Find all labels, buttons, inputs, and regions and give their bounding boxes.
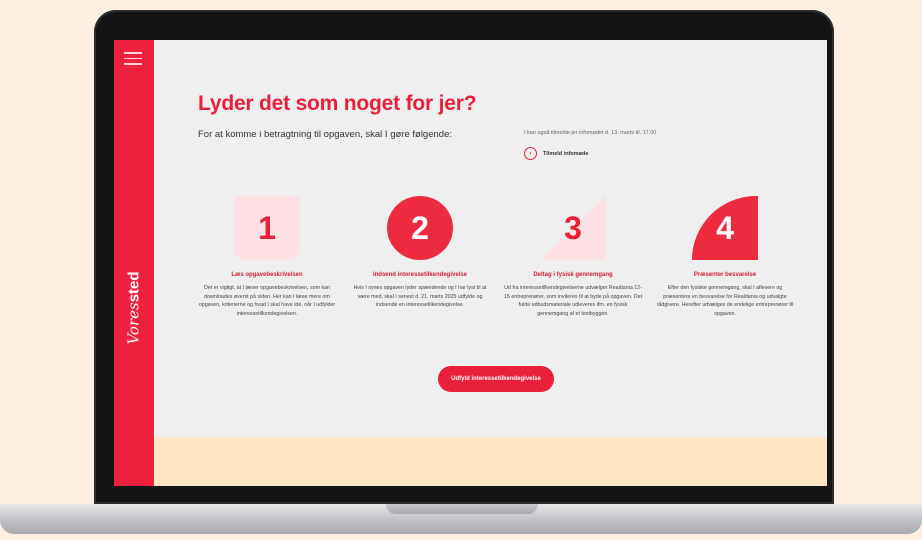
step-4-shape: 4 [692, 196, 758, 260]
brand-logo-part2: sted [125, 271, 143, 303]
step-2-number: 2 [411, 209, 429, 246]
intro-text: For at komme i betragtning til opgaven, … [198, 129, 452, 140]
step-1-number: 1 [258, 209, 276, 246]
register-infomeeting-label: Tilmeld infomøde [543, 150, 589, 157]
step-3-title: Deltag i fysisk gennemgang [533, 272, 613, 278]
laptop-notch [386, 504, 538, 514]
step-1-title: Læs opgavebeskrivelsen [231, 272, 303, 278]
step-4-description: Efter den fysiske gennemgang, skal I afl… [656, 285, 794, 317]
step-2-title: Indsend interessetilkendegivelse [372, 272, 468, 278]
step-3-number: 3 [564, 209, 582, 246]
step-1-shape: 1 [234, 196, 300, 260]
infomeeting-note: I kan også tilmelde jer infomødet d. 13.… [524, 130, 657, 136]
arrow-circle-icon: › [524, 147, 537, 160]
website-screen: Voressted Lyder det som noget for jer? F… [114, 40, 827, 486]
brand-logo-part1: Vores [124, 302, 143, 345]
brand-logo[interactable]: Voressted [124, 271, 143, 345]
main-content: Lyder det som noget for jer? For at komm… [154, 40, 827, 486]
submit-interest-button[interactable]: Udfyld interessetilkendegivelse [438, 366, 554, 392]
step-4-number: 4 [716, 209, 734, 246]
step-3-shape: 3 [540, 196, 606, 260]
cream-footer-band [154, 437, 827, 486]
step-3-description: Ud fra interessetilkendegivelserne udvæl… [503, 285, 643, 317]
step-2-shape: 2 [387, 196, 453, 260]
step-2-description: Hvis I synes opgaven lyder spændende og … [353, 285, 487, 309]
step-4-title: Præsenter besvarelse [693, 272, 757, 278]
register-infomeeting-link[interactable]: › Tilmeld infomøde [524, 147, 588, 160]
hamburger-menu-icon[interactable] [124, 52, 142, 66]
page-headline: Lyder det som noget for jer? [198, 92, 477, 115]
step-1-description: Det er vigtigt, at I læser opgavebeskriv… [198, 285, 336, 317]
sidebar: Voressted [114, 40, 154, 486]
